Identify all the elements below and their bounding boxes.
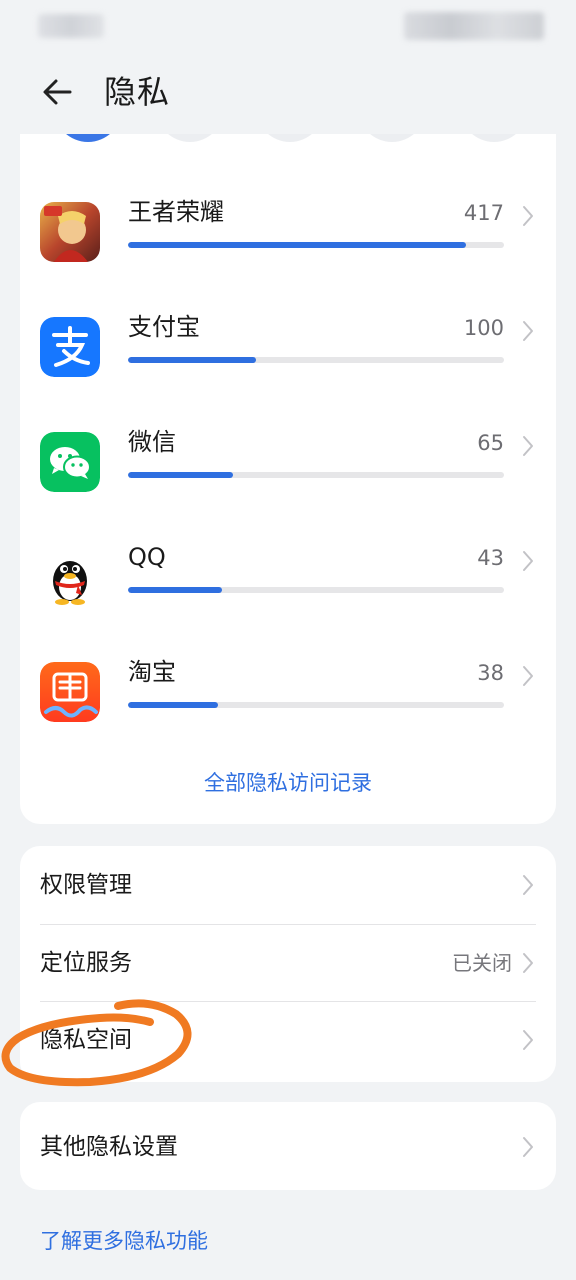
page-title: 隐私 — [104, 73, 171, 111]
chevron-right-icon — [520, 873, 536, 897]
chevron-right-icon — [520, 1135, 536, 1159]
all-privacy-records-link[interactable]: 全部隐私访问记录 — [20, 768, 556, 798]
back-button[interactable] — [36, 70, 80, 114]
app-icon-partial — [54, 134, 122, 142]
app-icon-partial — [460, 134, 528, 142]
app-icon-partial — [358, 134, 426, 142]
access-count: 65 — [477, 431, 504, 455]
access-bar — [128, 702, 504, 708]
chevron-right-icon — [520, 319, 536, 343]
app-row-wechat[interactable]: 微信 65 — [20, 424, 556, 524]
access-bar-fill — [128, 242, 467, 248]
access-bar — [128, 357, 504, 363]
app-name: 支付宝 — [128, 313, 200, 341]
setting-label: 其他隐私设置 — [40, 1134, 178, 1160]
status-bar — [0, 0, 576, 56]
alipay-icon — [40, 317, 100, 377]
app-row-alipay[interactable]: 支付宝 100 — [20, 309, 556, 409]
taobao-icon — [40, 662, 100, 722]
setting-status: 已关闭 — [452, 951, 512, 975]
learn-more-privacy-link[interactable]: 了解更多隐私功能 — [40, 1226, 208, 1256]
access-bar-fill — [128, 472, 234, 478]
chevron-right-icon — [520, 664, 536, 688]
scrolled-app-icons — [20, 134, 556, 146]
access-count: 417 — [463, 201, 504, 225]
app-name: QQ — [128, 543, 166, 571]
wechat-icon — [40, 432, 100, 492]
access-bar — [128, 587, 504, 593]
setting-label: 权限管理 — [40, 872, 132, 898]
chevron-right-icon — [520, 204, 536, 228]
status-icons-blurred — [404, 12, 544, 40]
access-bar — [128, 242, 504, 248]
permission-management-item[interactable]: 权限管理 — [20, 846, 556, 923]
setting-label: 定位服务 — [40, 950, 132, 976]
access-bar-fill — [128, 357, 256, 363]
app-row-honor-of-kings[interactable]: 王者荣耀 417 — [20, 194, 556, 294]
app-row-taobao[interactable]: 淘宝 38 — [20, 654, 556, 754]
private-space-item[interactable]: 隐私空间 — [20, 1001, 556, 1078]
settings-card: 权限管理 定位服务 已关闭 隐私空间 — [20, 846, 556, 1082]
location-service-item[interactable]: 定位服务 已关闭 — [20, 924, 556, 1001]
chevron-right-icon — [520, 434, 536, 458]
access-count: 100 — [463, 316, 504, 340]
access-bar-fill — [128, 587, 222, 593]
access-count: 38 — [477, 661, 504, 685]
app-name: 淘宝 — [128, 658, 176, 686]
chevron-right-icon — [520, 951, 536, 975]
access-count: 43 — [477, 546, 504, 570]
chevron-right-icon — [520, 1028, 536, 1052]
app-row-qq[interactable]: QQ 43 — [20, 539, 556, 639]
access-bar — [128, 472, 504, 478]
access-bar-fill — [128, 702, 219, 708]
honor-of-kings-icon — [40, 202, 100, 262]
other-settings-card: 其他隐私设置 — [20, 1102, 556, 1190]
back-arrow-icon — [43, 79, 72, 105]
app-name: 微信 — [128, 428, 176, 456]
chevron-right-icon — [520, 549, 536, 573]
qq-penguin-icon — [40, 547, 100, 607]
header: 隐私 — [0, 56, 576, 134]
privacy-access-card: 王者荣耀 417 支付宝 100 微信 65 QQ 43 淘宝 38 全部隐私访… — [20, 134, 556, 824]
other-privacy-settings-item[interactable]: 其他隐私设置 — [20, 1108, 556, 1185]
app-name: 王者荣耀 — [128, 198, 224, 226]
app-icon-partial — [256, 134, 324, 142]
status-time-blurred — [38, 14, 104, 38]
app-icon-partial — [156, 134, 224, 142]
setting-label: 隐私空间 — [40, 1027, 132, 1053]
